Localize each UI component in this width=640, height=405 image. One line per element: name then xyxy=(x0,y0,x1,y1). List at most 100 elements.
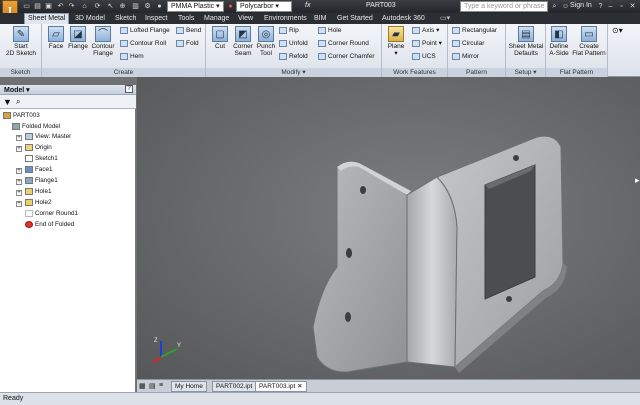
fold-icon xyxy=(176,40,184,47)
redo-icon[interactable]: ↷ xyxy=(67,2,76,11)
start-sketch-label2: 2D Sketch xyxy=(6,50,36,57)
save-icon[interactable]: ▣ xyxy=(44,2,53,11)
face-button[interactable]: ▱ Face xyxy=(46,26,66,50)
expand-icon[interactable]: + xyxy=(16,146,22,152)
tree-root[interactable]: PART003 xyxy=(3,112,40,120)
tree-item-view-master[interactable]: View: Master xyxy=(25,133,71,141)
circular-pattern-button[interactable]: Circular xyxy=(452,40,484,48)
lofted-flange-label: Lofted Flange xyxy=(130,27,170,35)
cascade-windows-icon[interactable]: ▤ xyxy=(149,382,156,390)
corner-chamfer-button[interactable]: Corner Chamfer xyxy=(318,53,375,61)
fx-button[interactable]: fx xyxy=(305,2,310,9)
tools-icon[interactable]: ⚙ xyxy=(143,2,152,11)
contour-roll-button[interactable]: Contour Roll xyxy=(120,40,166,48)
restore-icon[interactable]: ▫ xyxy=(617,2,626,11)
tab-bim[interactable]: BIM xyxy=(314,14,326,24)
ribbon-overflow-button[interactable]: ⊙▾ xyxy=(612,27,623,35)
tree-item-face1[interactable]: Face1 xyxy=(25,166,53,174)
tree-item-corner-round1[interactable]: Corner Round1 xyxy=(25,210,78,218)
tile-windows-icon[interactable]: ▦ xyxy=(139,382,146,390)
tab-autodesk-360[interactable]: Autodesk 360 xyxy=(382,14,425,24)
browser-title[interactable]: Model ▾ xyxy=(4,86,30,94)
search-input[interactable]: Type a keyword or phrase xyxy=(460,1,548,12)
flange-button[interactable]: ◪ Flange xyxy=(67,26,89,50)
minimize-icon[interactable]: – xyxy=(606,2,615,11)
tab-sketch[interactable]: Sketch xyxy=(115,14,136,24)
undo-icon[interactable]: ↶ xyxy=(56,2,65,11)
tab-sheet-metal[interactable]: Sheet Metal xyxy=(24,13,70,24)
mirror-button[interactable]: Mirror xyxy=(452,53,479,61)
sign-in-link[interactable]: Sign In xyxy=(570,2,592,9)
update-icon[interactable]: ⟳ xyxy=(93,2,102,11)
filter-icon[interactable]: ▼ xyxy=(3,97,12,107)
browser-header: Model ▾ ? xyxy=(0,85,136,95)
refold-button[interactable]: Refold xyxy=(279,53,308,61)
rip-button[interactable]: Rip xyxy=(279,27,299,35)
setup-panel-title: Setup ▾ xyxy=(506,68,545,77)
expand-icon[interactable]: + xyxy=(16,190,22,196)
tree-item-flange1[interactable]: Flange1 xyxy=(25,177,58,185)
properties-icon[interactable]: ▥ xyxy=(131,2,140,11)
rectangular-pattern-button[interactable]: Rectangular xyxy=(452,27,497,35)
circular-pattern-label: Circular xyxy=(462,40,485,48)
tree-item-end-of-folded[interactable]: End of Folded xyxy=(25,221,74,229)
tab-manage[interactable]: Manage xyxy=(204,14,229,24)
define-a-side-button[interactable]: ◧ Define A-Side xyxy=(547,26,571,57)
tab-view[interactable]: View xyxy=(238,14,253,24)
browser-help-button[interactable]: ? xyxy=(125,85,133,93)
tab-part003[interactable]: PART003.ipt ✕ xyxy=(255,381,307,392)
search-icon[interactable]: ⌕ xyxy=(550,2,559,11)
hem-button[interactable]: Hem xyxy=(120,53,144,61)
new-icon[interactable]: ▭ xyxy=(22,2,31,11)
sheet-metal-defaults-label2: Defaults xyxy=(514,50,538,57)
fold-button[interactable]: Fold xyxy=(176,40,199,48)
help-icon[interactable]: ? xyxy=(596,2,605,11)
close-icon[interactable]: ✕ xyxy=(628,2,637,11)
expand-icon[interactable]: + xyxy=(16,179,22,185)
corner-seam-button[interactable]: ◩ Corner Seam xyxy=(231,26,255,57)
ucs-button[interactable]: UCS xyxy=(412,53,436,61)
tree-item-hole2[interactable]: Hole2 xyxy=(25,199,51,207)
tree-item-origin[interactable]: Origin xyxy=(25,144,52,152)
measure-icon[interactable]: ⊕ xyxy=(118,2,127,11)
tab-3d-model[interactable]: 3D Model xyxy=(75,14,105,24)
cut-button[interactable]: ▢ Cut xyxy=(209,26,231,50)
tab-my-home[interactable]: My Home xyxy=(171,381,207,392)
tab-tools[interactable]: Tools xyxy=(178,14,194,24)
tree-item-sketch1[interactable]: Sketch1 xyxy=(25,155,58,163)
select-icon[interactable]: ↖ xyxy=(106,2,115,11)
tab-part002[interactable]: PART002.ipt xyxy=(212,381,257,392)
ribbon-options-icon[interactable]: ▭▾ xyxy=(440,14,450,24)
expand-icon[interactable]: + xyxy=(16,201,22,207)
create-flat-pattern-button[interactable]: ▭ Create Flat Pattern xyxy=(572,26,606,57)
hole-button[interactable]: Hole xyxy=(318,27,341,35)
sheet-metal-defaults-button[interactable]: ▤ Sheet Metal Defaults xyxy=(508,26,544,57)
tree-item-folded-model[interactable]: Folded Model xyxy=(12,123,60,131)
open-icon[interactable]: ▤ xyxy=(33,2,42,11)
find-icon[interactable]: ⌕ xyxy=(16,97,20,107)
cut-label: Cut xyxy=(214,43,226,50)
tab-environments[interactable]: Environments xyxy=(264,14,307,24)
appearance-dropdown[interactable]: Polycarbor ▾ xyxy=(236,1,292,12)
corner-round-button[interactable]: Corner Round xyxy=(318,40,369,48)
tree-item-hole1[interactable]: Hole1 xyxy=(25,188,51,196)
expand-icon[interactable]: + xyxy=(16,168,22,174)
tab-get-started[interactable]: Get Started xyxy=(337,14,373,24)
document-list-icon[interactable]: ≡ xyxy=(159,382,163,389)
axis-button[interactable]: Axis ▾ xyxy=(412,27,439,35)
expand-icon[interactable]: + xyxy=(16,135,22,141)
graphics-viewport[interactable]: Z Y ▸ xyxy=(137,77,640,379)
point-button[interactable]: Point ▾ xyxy=(412,40,442,48)
material-dropdown[interactable]: PMMA Plastic ▾ xyxy=(167,1,224,12)
unfold-icon xyxy=(279,40,287,47)
tab-inspect[interactable]: Inspect xyxy=(145,14,168,24)
bend-button[interactable]: Bend xyxy=(176,27,201,35)
plane-button[interactable]: ▰ Plane ▾ xyxy=(385,26,407,57)
home-icon[interactable]: ⌂ xyxy=(80,2,89,11)
punch-tool-button[interactable]: ◎ Punch Tool xyxy=(256,26,276,57)
unfold-button[interactable]: Unfold xyxy=(279,40,308,48)
contour-flange-button[interactable]: ⌒ Contour Flange xyxy=(90,26,116,57)
lofted-flange-button[interactable]: Lofted Flange xyxy=(120,27,170,35)
start-sketch-button[interactable]: ✎ Start 2D Sketch xyxy=(4,26,38,57)
close-tab-icon[interactable]: ✕ xyxy=(297,383,302,390)
